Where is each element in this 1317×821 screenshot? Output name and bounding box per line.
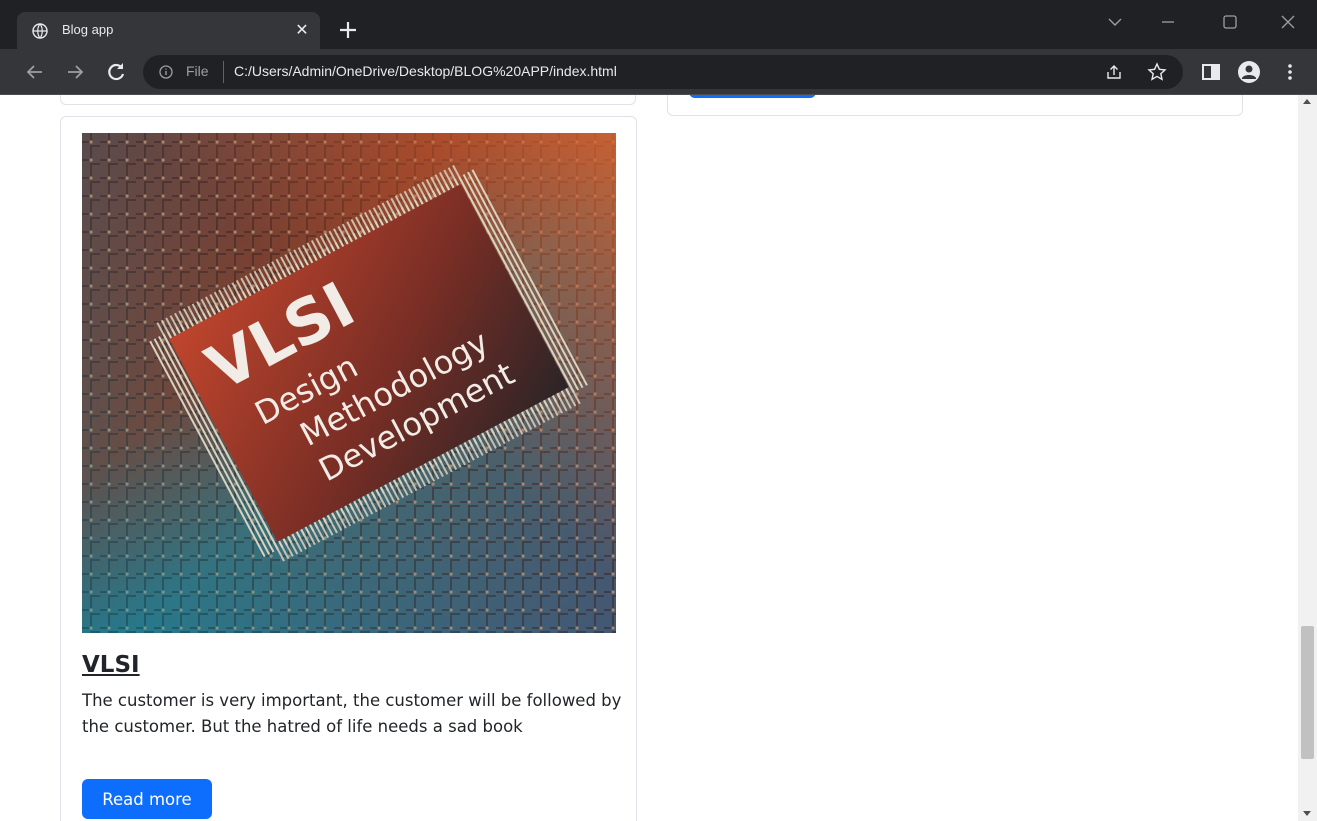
info-icon[interactable] <box>159 65 173 79</box>
vlsi-chip-image: VLSI Design Methodology Development <box>82 133 616 633</box>
page-viewport: VLSI Design Methodology Development VLSI… <box>0 95 1298 821</box>
divider <box>223 61 224 83</box>
card-title-link[interactable]: VLSI <box>82 652 140 678</box>
share-icon[interactable] <box>1105 63 1123 81</box>
browser-toolbar: File C:/Users/Admin/OneDrive/Desktop/BLO… <box>0 49 1317 95</box>
read-more-button-partial[interactable] <box>689 95 816 98</box>
url-text[interactable]: C:/Users/Admin/OneDrive/Desktop/BLOG%20A… <box>234 63 617 79</box>
previous-card-bottom-right <box>667 95 1243 116</box>
previous-card-bottom-left <box>60 95 636 105</box>
side-panel-icon[interactable] <box>1199 60 1223 84</box>
scroll-up-arrow-icon[interactable] <box>1303 99 1311 104</box>
card-image: VLSI Design Methodology Development <box>82 133 616 633</box>
star-icon[interactable] <box>1147 62 1167 82</box>
maximize-icon[interactable] <box>1212 8 1248 36</box>
vertical-scrollbar[interactable] <box>1298 95 1317 821</box>
tab-title: Blog app <box>62 22 114 37</box>
address-bar[interactable]: File C:/Users/Admin/OneDrive/Desktop/BLO… <box>143 55 1183 89</box>
reload-icon[interactable] <box>103 59 129 85</box>
scroll-down-arrow-icon[interactable] <box>1303 811 1311 816</box>
close-icon[interactable]: ✕ <box>293 21 311 39</box>
scheme-label: File <box>186 63 209 79</box>
profile-icon[interactable] <box>1237 60 1261 84</box>
card-description: The customer is very important, the cust… <box>82 691 622 736</box>
arrow-left-icon[interactable] <box>22 59 48 85</box>
plus-icon[interactable] <box>335 17 361 43</box>
browser-tab[interactable]: Blog app ✕ <box>17 12 320 49</box>
minimize-icon[interactable] <box>1150 8 1186 36</box>
read-more-button[interactable]: Read more <box>82 779 212 819</box>
blog-card: VLSI Design Methodology Development VLSI… <box>60 116 637 821</box>
kebab-menu-icon[interactable] <box>1278 60 1302 84</box>
globe-icon <box>32 23 48 39</box>
arrow-right-icon[interactable] <box>62 59 88 85</box>
scrollbar-thumb[interactable] <box>1301 626 1314 759</box>
browser-titlebar: Blog app ✕ <box>0 0 1317 49</box>
close-window-icon[interactable] <box>1270 8 1306 36</box>
chevron-down-icon[interactable] <box>1097 8 1133 36</box>
